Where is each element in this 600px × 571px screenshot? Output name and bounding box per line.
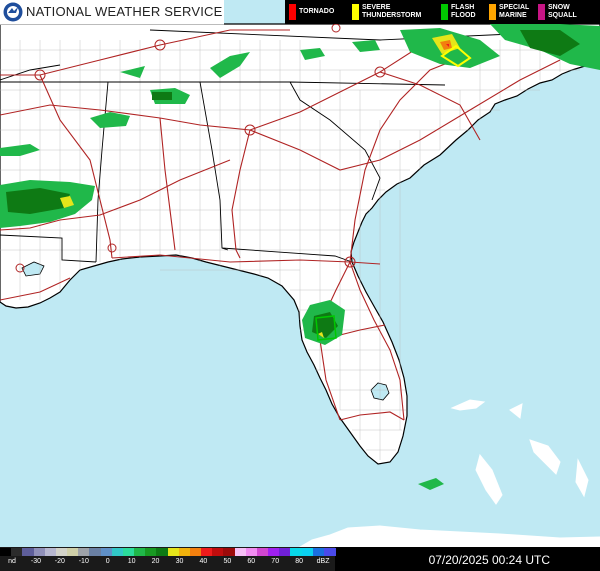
warning-legend: TORNADO SEVERE THUNDERSTORM FLASH FLOOD SPECI… bbox=[285, 0, 600, 24]
agency-name: NATIONAL WEATHER SERVICE bbox=[26, 4, 223, 19]
legend-label: SNOW SQUALL bbox=[548, 4, 577, 19]
nws-brand[interactable]: NATIONAL WEATHER SERVICE bbox=[0, 0, 224, 25]
scale-tick-label: 30 bbox=[175, 558, 184, 565]
legend-label: SPECIAL MARINE bbox=[499, 4, 530, 19]
footer-bar: nd -30 -20 -10 0 10 20 30 40 50 60 70 80 dBZ 07/20/20… bbox=[0, 547, 600, 571]
scale-tick-label: 50 bbox=[223, 558, 232, 565]
legend-label: TORNADO bbox=[299, 8, 335, 15]
header-bar: NATIONAL WEATHER SERVICE TORNADO SEVERE TH… bbox=[0, 0, 600, 25]
scale-tick-label: 20 bbox=[151, 558, 160, 565]
legend-swatch bbox=[352, 4, 359, 20]
legend-swatch bbox=[441, 4, 448, 20]
scale-tick-label: 10 bbox=[127, 558, 136, 565]
legend-swatch bbox=[538, 4, 545, 20]
scale-tick-label: 0 bbox=[105, 558, 110, 565]
scale-tick-label: -30 bbox=[30, 558, 41, 565]
scale-tick-label: 70 bbox=[271, 558, 280, 565]
scale-tick-label: 40 bbox=[199, 558, 208, 565]
scale-tick-label: nd bbox=[8, 558, 16, 565]
scale-tick-label: 60 bbox=[247, 558, 256, 565]
legend-label: SEVERE THUNDERSTORM bbox=[362, 4, 422, 19]
dbz-color-scale: nd -30 -20 -10 0 10 20 30 40 50 60 70 80 dBZ bbox=[0, 547, 336, 571]
scale-tick-label: -20 bbox=[54, 558, 65, 565]
legend-label: FLASH FLOOD bbox=[451, 4, 476, 19]
legend-swatch bbox=[489, 4, 496, 20]
scale-tick-label: -10 bbox=[78, 558, 89, 565]
scale-color-cell bbox=[323, 548, 336, 556]
noaa-nws-logo-icon bbox=[3, 2, 23, 22]
scale-tick-label: dBZ bbox=[316, 558, 330, 565]
scale-tick-label: 80 bbox=[295, 558, 304, 565]
radar-map bbox=[0, 23, 600, 548]
legend-swatch bbox=[289, 4, 296, 20]
radar-timestamp: 07/20/2025 00:24 UTC bbox=[428, 553, 550, 567]
radar-map-frame: NATIONAL WEATHER SERVICE TORNADO SEVERE TH… bbox=[0, 0, 600, 571]
